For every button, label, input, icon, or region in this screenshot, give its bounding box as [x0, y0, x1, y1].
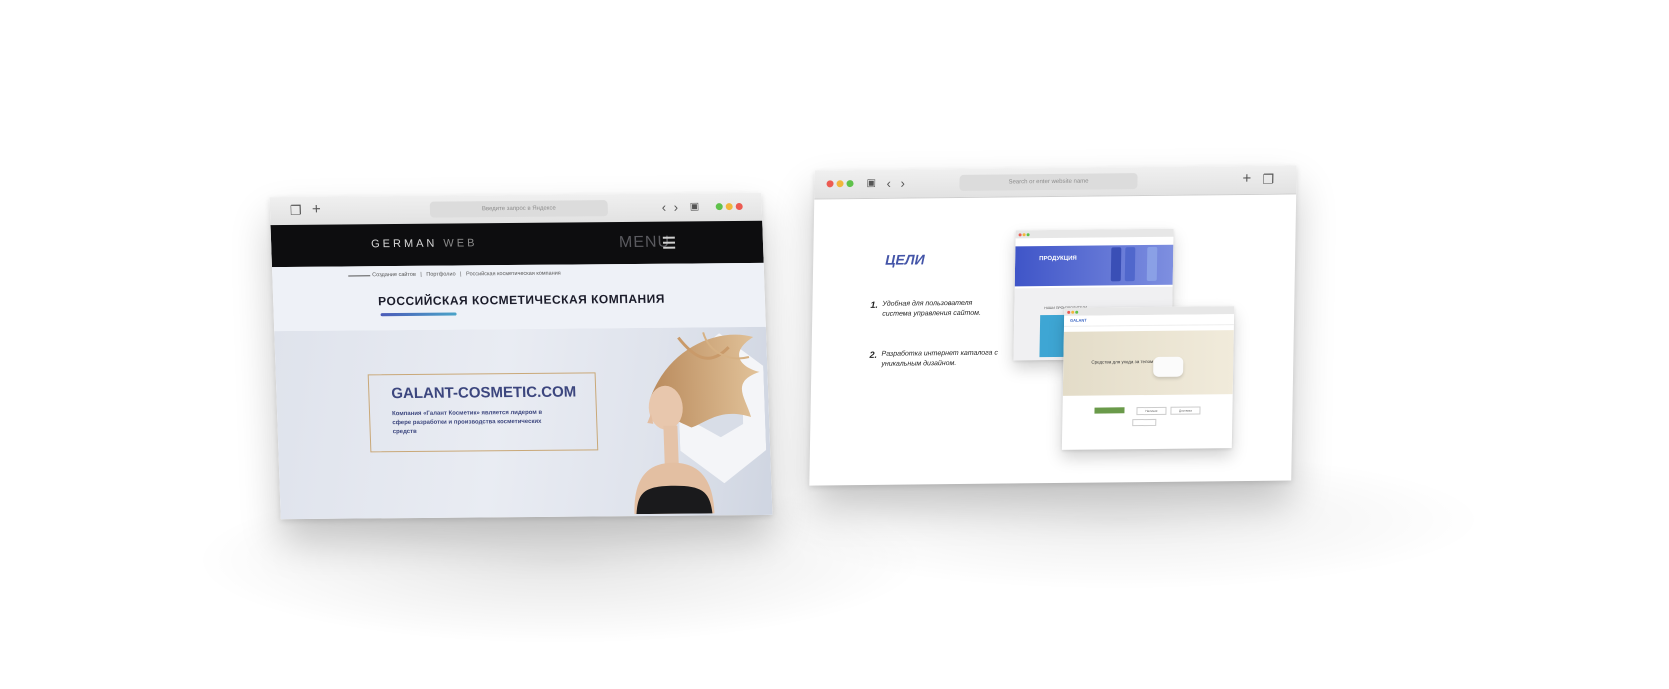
window-maximize-dot[interactable] [846, 180, 854, 188]
new-tab-icon[interactable]: + [312, 201, 321, 218]
page-intro: Создание сайтов | Портфолио | Российская… [271, 262, 766, 332]
breadcrumb-divider [348, 275, 371, 277]
preview-button: Доставка [1170, 406, 1201, 415]
product-tube-image [1110, 247, 1122, 282]
hero-banner: GALANT-COSMETIC.COM Компания «Галант Кос… [274, 326, 773, 520]
product-tube-image [1124, 247, 1136, 282]
forward-icon[interactable]: › [673, 200, 678, 215]
tabs-overview-icon[interactable]: ❐ [290, 203, 302, 218]
forward-icon[interactable]: › [900, 176, 905, 191]
window-minimize-dot[interactable] [725, 203, 733, 211]
preview-primary-button [1094, 407, 1125, 414]
preview-button: Наличие [1136, 406, 1167, 416]
browser-window-right: ▣ ‹ › Search or enter website name + ❐ Ц… [809, 165, 1297, 486]
tabs-overview-icon[interactable]: ❐ [1262, 172, 1274, 187]
window-minimize-dot[interactable] [836, 180, 844, 188]
site-preview-bodycare: GALANT Средства для ухода за телом Налич… [1061, 306, 1235, 450]
sidebar-icon[interactable]: ▣ [690, 200, 700, 214]
new-tab-icon[interactable]: + [1242, 170, 1251, 187]
site-logo[interactable]: GERMAN WEB [371, 237, 478, 250]
site-header: GERMAN WEB MENU [270, 220, 764, 268]
goals-heading: ЦЕЛИ [885, 251, 925, 268]
window-maximize-dot[interactable] [715, 203, 723, 211]
mini-browser-toolbar [1015, 228, 1174, 239]
breadcrumb: Создание сайтов | Портфолио | Российская… [372, 270, 561, 279]
window-close-dot[interactable] [826, 180, 834, 188]
breadcrumb-item[interactable]: Портфолио [426, 272, 455, 278]
browser-window-left: ❐ + Введите запрос в Яндексе ‹ › ▣ GERMA… [269, 192, 773, 520]
window-close-dot[interactable] [735, 202, 743, 211]
browser-toolbar: ▣ ‹ › Search or enter website name + ❐ [814, 165, 1297, 200]
preview-logo: GALANT [1070, 317, 1087, 323]
cream-jar-image [1153, 356, 1184, 377]
breadcrumb-item: Российская косметическая компания [466, 270, 561, 278]
back-icon[interactable]: ‹ [662, 200, 667, 215]
breadcrumb-item[interactable]: Создание сайтов [372, 272, 416, 278]
hamburger-icon[interactable] [662, 236, 676, 252]
title-underline [380, 312, 457, 317]
back-icon[interactable]: ‹ [886, 176, 891, 191]
preview-button [1132, 418, 1157, 427]
preview-hero-text: Средства для ухода за телом [1091, 358, 1154, 365]
page-title: РОССИЙСКАЯ КОСМЕТИЧЕСКАЯ КОМПАНИЯ [377, 291, 666, 309]
product-tube-image [1146, 246, 1158, 282]
address-bar[interactable]: Введите запрос в Яндексе [429, 200, 609, 218]
sidebar-icon[interactable]: ▣ [866, 177, 876, 191]
preview-nav [1063, 314, 1235, 327]
woman-portrait-image [634, 332, 760, 515]
site-name: GALANT-COSMETIC.COM [391, 383, 577, 403]
site-description: Компания «Галант Косметик» является лиде… [391, 409, 543, 436]
address-bar[interactable]: Search or enter website name [959, 173, 1138, 191]
products-banner-title: ПРОДУКЦИЯ [1039, 255, 1077, 263]
